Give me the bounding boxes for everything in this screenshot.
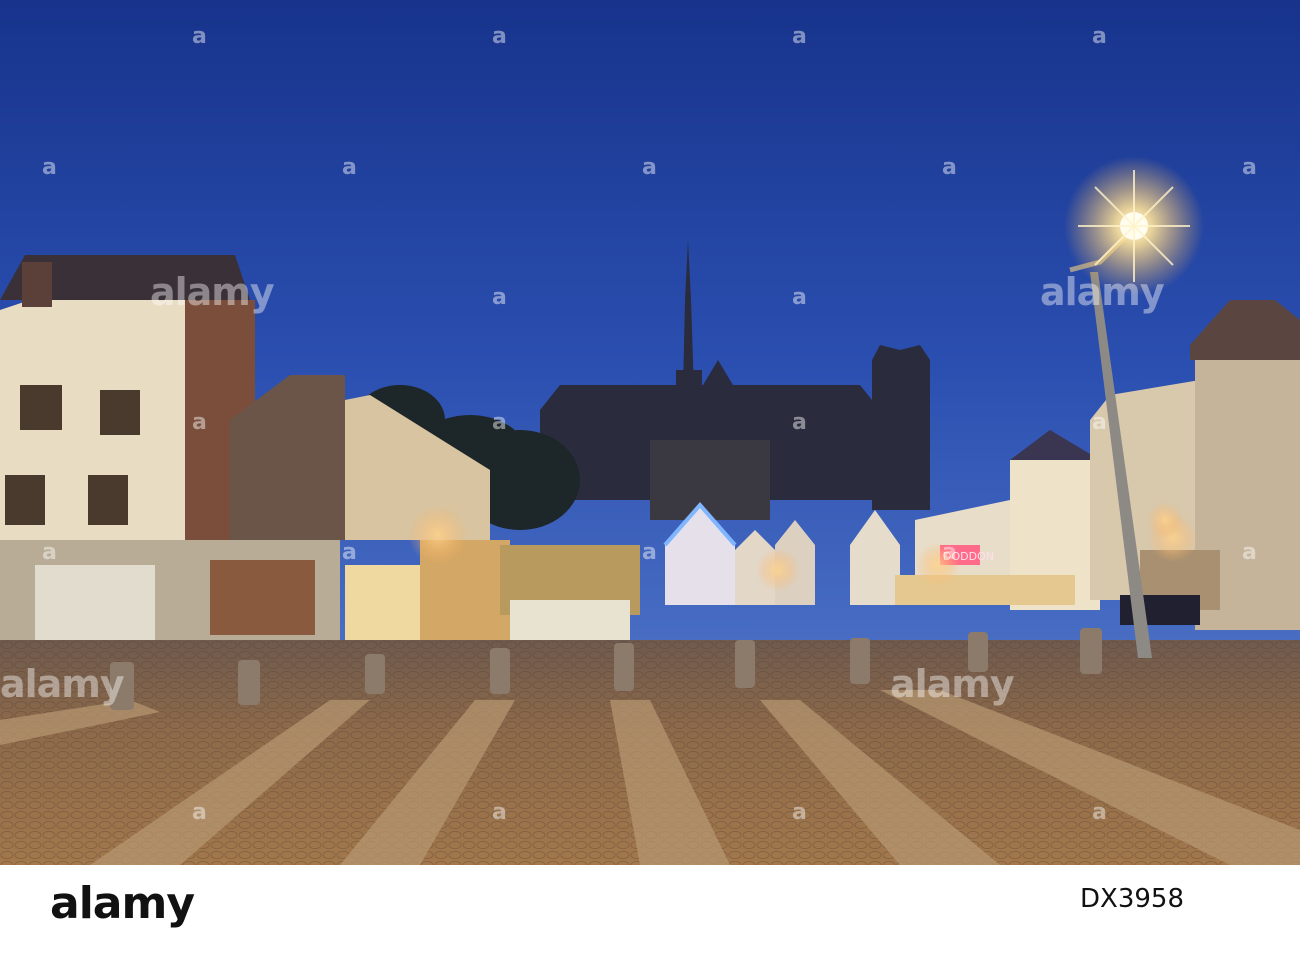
watermark-mark: a <box>492 24 507 49</box>
watermark-mark: a <box>42 155 57 180</box>
watermark-mark: a <box>792 24 807 49</box>
watermark-mark: a <box>1092 800 1107 825</box>
watermark-mark: a <box>192 24 207 49</box>
watermark-mark: a <box>342 540 357 565</box>
watermark-mark: a <box>792 410 807 435</box>
watermark-mark: a <box>1242 155 1257 180</box>
watermark-text: alamy <box>150 270 275 314</box>
image-id: DX3958 <box>1080 884 1184 914</box>
watermark-mark: a <box>792 285 807 310</box>
watermark-mark: a <box>492 410 507 435</box>
watermark-mark: a <box>642 155 657 180</box>
watermark-mark: a <box>642 540 657 565</box>
watermark-mark: a <box>792 800 807 825</box>
watermark-mark: a <box>942 155 957 180</box>
photo-stage: DODDON alamy alamy alamy alamy a a a a a… <box>0 0 1300 953</box>
brand-logo: alamy <box>50 878 195 929</box>
watermark-mark: a <box>192 800 207 825</box>
watermark-mark: a <box>1092 24 1107 49</box>
watermark-mark: a <box>42 540 57 565</box>
watermark-text: alamy <box>1040 270 1165 314</box>
watermark-mark: a <box>942 540 957 565</box>
watermark-text: alamy <box>0 662 125 706</box>
watermark-mark: a <box>1242 540 1257 565</box>
watermark-mark: a <box>342 155 357 180</box>
watermark-mark: a <box>192 410 207 435</box>
watermark-mark: a <box>492 285 507 310</box>
watermark-text: alamy <box>890 662 1015 706</box>
watermark-mark: a <box>492 800 507 825</box>
watermark-mark: a <box>1092 410 1107 435</box>
